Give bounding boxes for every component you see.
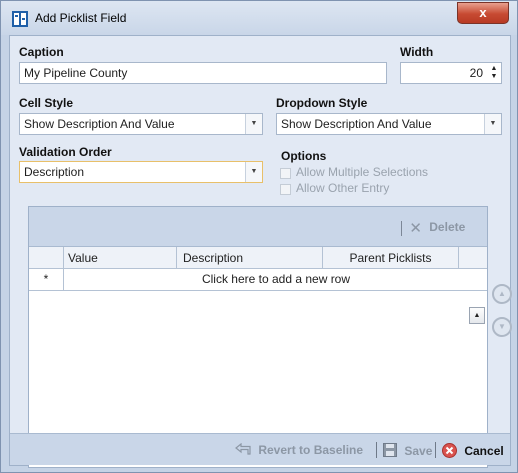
delete-label: Delete xyxy=(429,220,466,235)
footer-separator xyxy=(376,442,377,458)
footer-separator xyxy=(435,442,436,458)
validation-order-label: Validation Order xyxy=(19,145,112,159)
column-header-value[interactable]: Value xyxy=(64,247,177,269)
validation-order-combo[interactable]: Description ▼ xyxy=(19,161,263,183)
grid-header: Value Description Parent Picklists xyxy=(29,247,487,269)
column-header-label: Value xyxy=(68,251,98,265)
caption-value: My Pipeline County xyxy=(24,66,128,80)
delete-button[interactable]: ✕ Delete xyxy=(401,219,465,237)
chevron-down-icon[interactable]: ▼ xyxy=(484,114,501,134)
floppy-disk-icon xyxy=(383,443,397,457)
dropdown-style-value: Show Description And Value xyxy=(281,117,432,131)
validation-order-value: Description xyxy=(24,165,85,179)
caption-label: Caption xyxy=(19,45,64,59)
grid-toolbar: ✕ Delete xyxy=(29,207,487,247)
allow-multiple-checkbox[interactable] xyxy=(280,168,291,179)
cell-style-value: Show Description And Value xyxy=(24,117,175,131)
spinner-arrows-icon[interactable]: ▲ ▼ xyxy=(489,65,499,81)
circle-down-icon[interactable]: ▼ xyxy=(492,317,512,337)
cancel-button[interactable]: Cancel xyxy=(442,443,504,458)
dialog-window: Add Picklist Field x Caption My Pipeline… xyxy=(0,0,518,473)
width-spinner[interactable]: 20 ▲ ▼ xyxy=(400,62,502,84)
circle-up-icon[interactable]: ▲ xyxy=(492,284,512,304)
new-row[interactable]: * Click here to add a new row xyxy=(29,269,487,291)
row-indicator-header xyxy=(29,247,64,269)
x-icon: ✕ xyxy=(409,220,422,237)
picklist-icon xyxy=(12,11,28,27)
new-row-text: Click here to add a new row xyxy=(201,272,351,286)
dropdown-style-combo[interactable]: Show Description And Value ▼ xyxy=(276,113,502,135)
column-header-label: Description xyxy=(183,251,244,265)
cell-style-combo[interactable]: Show Description And Value ▼ xyxy=(19,113,263,135)
save-label: Save xyxy=(404,444,433,458)
revert-label: Revert to Baseline xyxy=(258,443,364,457)
dialog-body: Caption My Pipeline County Width 20 ▲ ▼ C… xyxy=(9,35,512,468)
column-header-parent-picklists[interactable]: Parent Picklists xyxy=(323,247,459,269)
toolbar-separator xyxy=(401,220,402,236)
close-icon: x xyxy=(479,5,487,20)
dialog-footer: Revert to Baseline Save Cancel xyxy=(10,433,510,465)
close-button[interactable]: x xyxy=(457,2,509,24)
allow-multiple-label: Allow Multiple Selections xyxy=(296,165,429,179)
revert-arrow-icon xyxy=(235,442,251,455)
title-bar[interactable]: Add Picklist Field x xyxy=(1,1,517,35)
scroll-up-icon[interactable]: ▲ xyxy=(469,307,485,324)
cancel-circle-icon xyxy=(442,443,457,458)
allow-other-label: Allow Other Entry xyxy=(296,181,390,195)
options-label: Options xyxy=(281,149,327,163)
caption-input[interactable]: My Pipeline County xyxy=(19,62,387,84)
column-header-label: Parent Picklists xyxy=(349,251,432,265)
new-row-indicator: * xyxy=(29,269,64,290)
allow-other-checkbox[interactable] xyxy=(280,184,291,195)
vertical-scrollbar[interactable]: ▲ ▼ xyxy=(469,307,486,450)
window-title: Add Picklist Field xyxy=(35,11,127,25)
chevron-down-icon[interactable]: ▼ xyxy=(245,114,262,134)
column-header-description[interactable]: Description xyxy=(177,247,323,269)
picklist-grid-panel: ✕ Delete Value Description Parent Pickli… xyxy=(28,206,488,468)
cancel-label: Cancel xyxy=(464,444,504,458)
dropdown-style-label: Dropdown Style xyxy=(276,96,368,110)
width-value: 20 xyxy=(469,66,483,80)
save-button[interactable]: Save xyxy=(383,443,432,458)
chevron-down-icon[interactable]: ▼ xyxy=(245,162,262,182)
width-label: Width xyxy=(400,45,434,59)
revert-button[interactable]: Revert to Baseline xyxy=(235,442,364,457)
cell-style-label: Cell Style xyxy=(19,96,74,110)
